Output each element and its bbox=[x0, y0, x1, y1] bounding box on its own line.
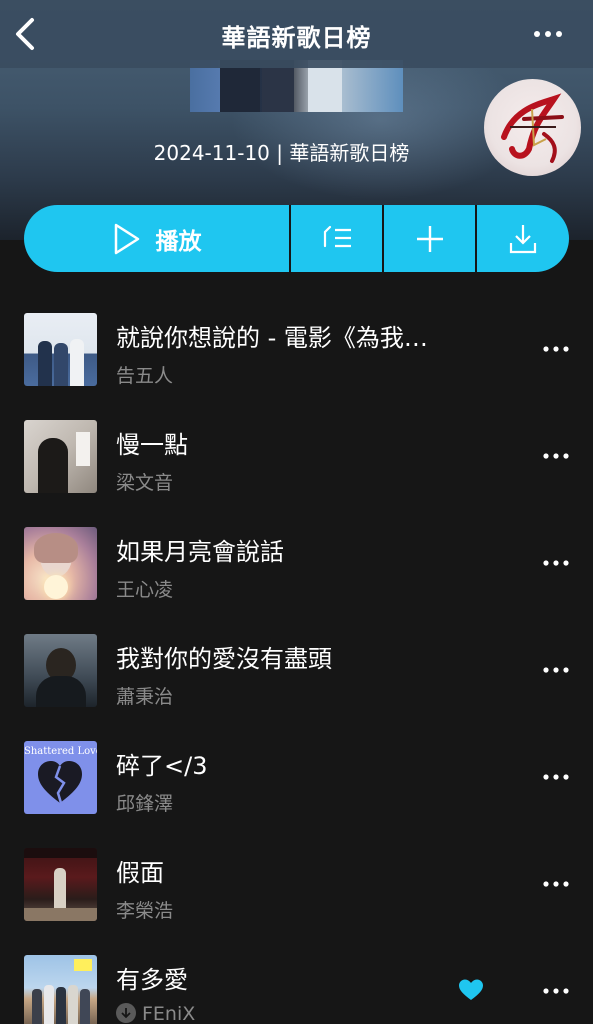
more-horizontal-icon bbox=[543, 346, 569, 352]
song-title: 碎了</3 bbox=[116, 752, 208, 780]
song-artist: 邱鋒澤 bbox=[116, 793, 174, 815]
song-row[interactable]: 就說你想說的 - 電影《為我… 告五人 bbox=[0, 296, 593, 403]
song-artist-name: FEniX bbox=[142, 1003, 196, 1024]
song-artist: 告五人 bbox=[116, 365, 174, 387]
song-title: 我對你的愛沒有盡頭 bbox=[116, 645, 332, 673]
navigation-bar: 華語新歌日榜 bbox=[0, 0, 593, 68]
calligraphy-logo-icon bbox=[501, 93, 564, 163]
more-horizontal-icon bbox=[543, 453, 569, 459]
more-horizontal-icon bbox=[543, 881, 569, 887]
song-more-button[interactable] bbox=[543, 660, 569, 680]
song-title: 如果月亮會說話 bbox=[116, 538, 284, 566]
song-artist: 王心凌 bbox=[116, 579, 174, 601]
album-cover bbox=[24, 313, 97, 386]
more-horizontal-icon bbox=[543, 774, 569, 780]
download-all-button[interactable] bbox=[477, 205, 569, 272]
song-row[interactable]: 有多愛 FEniX bbox=[0, 938, 593, 1024]
album-cover bbox=[24, 420, 97, 493]
song-title: 就說你想說的 - 電影《為我… bbox=[116, 324, 428, 352]
song-artist: FEniX bbox=[116, 1003, 195, 1024]
song-row[interactable]: 慢一點 梁文音 bbox=[0, 403, 593, 510]
song-more-button[interactable] bbox=[543, 981, 569, 1001]
chart-logo[interactable] bbox=[484, 79, 581, 176]
add-to-queue-button[interactable] bbox=[291, 205, 384, 272]
playlist-subtitle: 2024-11-10 | 華語新歌日榜 bbox=[153, 141, 410, 165]
song-artist: 梁文音 bbox=[116, 472, 174, 494]
song-row[interactable]: Shattered Love 碎了</3 邱鋒澤 bbox=[0, 724, 593, 831]
song-more-button[interactable] bbox=[543, 874, 569, 894]
song-more-button[interactable] bbox=[543, 767, 569, 787]
song-row[interactable]: 我對你的愛沒有盡頭 蕭秉治 bbox=[0, 617, 593, 724]
more-options-button[interactable] bbox=[533, 24, 563, 44]
more-horizontal-icon bbox=[543, 988, 569, 994]
song-title: 慢一點 bbox=[116, 431, 188, 459]
album-cover bbox=[24, 848, 97, 921]
song-row[interactable]: 假面 李榮浩 bbox=[0, 831, 593, 938]
song-artist: 李榮浩 bbox=[116, 900, 174, 922]
heart-filled-icon bbox=[459, 979, 483, 1000]
song-more-button[interactable] bbox=[543, 339, 569, 359]
album-cover: Shattered Love bbox=[24, 741, 97, 814]
song-more-button[interactable] bbox=[543, 446, 569, 466]
action-bar: 播放 bbox=[24, 205, 569, 272]
song-title: 假面 bbox=[116, 859, 164, 887]
song-row[interactable]: 如果月亮會說話 王心凌 bbox=[0, 510, 593, 617]
song-artist: 蕭秉治 bbox=[116, 686, 174, 708]
more-horizontal-icon bbox=[534, 31, 562, 37]
play-label: 播放 bbox=[155, 228, 202, 255]
album-cover bbox=[24, 955, 97, 1024]
downloaded-icon bbox=[116, 1003, 136, 1023]
album-cover bbox=[24, 527, 97, 600]
song-list: 就說你想說的 - 電影《為我… 告五人 慢一點 梁文音 如果月亮會說話 王心凌 bbox=[0, 296, 593, 1024]
broken-heart-icon bbox=[38, 761, 82, 804]
song-more-button[interactable] bbox=[543, 553, 569, 573]
more-horizontal-icon bbox=[543, 560, 569, 566]
add-to-playlist-button[interactable] bbox=[384, 205, 477, 272]
more-horizontal-icon bbox=[543, 667, 569, 673]
play-all-button[interactable]: 播放 bbox=[24, 205, 291, 272]
plus-icon bbox=[416, 225, 443, 252]
like-button[interactable] bbox=[458, 978, 484, 1002]
song-title: 有多愛 bbox=[116, 966, 188, 994]
queue-icon bbox=[323, 225, 351, 247]
album-cover bbox=[24, 634, 97, 707]
page-title: 華語新歌日榜 bbox=[221, 24, 372, 52]
download-icon bbox=[509, 224, 537, 253]
play-icon bbox=[114, 223, 139, 254]
